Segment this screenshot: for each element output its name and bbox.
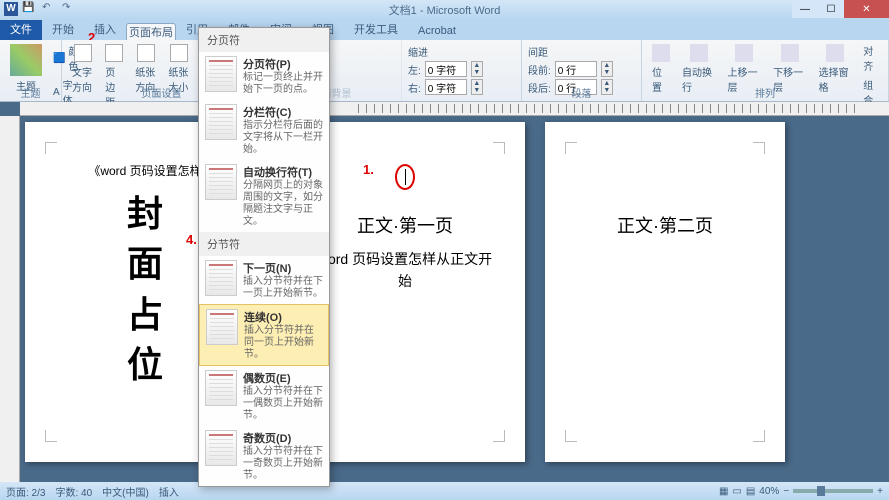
view-print-layout-icon[interactable]: ▦ (719, 486, 728, 497)
text-wrap-icon (205, 164, 237, 200)
spinner-arrows[interactable]: ▲▼ (471, 61, 483, 77)
app-icon: W (4, 2, 18, 16)
zoom-level[interactable]: 40% (759, 486, 779, 497)
view-reading-icon[interactable]: ▭ (732, 486, 741, 497)
horizontal-ruler[interactable] (20, 102, 889, 116)
even-page-icon (205, 370, 237, 406)
backward-icon (781, 44, 799, 62)
status-bar: 页面: 2/3 字数: 40 中文(中国) 插入 ▦ ▭ ▤ 40% − + (0, 482, 889, 500)
status-language[interactable]: 中文(中国) (102, 484, 149, 499)
menu-text-wrapping-break[interactable]: 自动换行符(T)分隔网页上的对象周围的文字，如分隔题注文字与正文。 (199, 160, 329, 232)
spinner-arrows[interactable]: ▲▼ (471, 79, 483, 95)
orientation-button[interactable]: 纸张方向 (131, 42, 160, 111)
indent-label: 缩进 (408, 44, 515, 59)
size-button[interactable]: 纸张大小 (164, 42, 193, 111)
align-button[interactable]: 对齐 (860, 42, 882, 74)
status-page[interactable]: 页面: 2/3 (6, 484, 45, 499)
continuous-icon (206, 309, 238, 345)
redo-icon[interactable]: ↷ (62, 2, 76, 16)
undo-icon[interactable]: ↶ (42, 2, 56, 16)
page-break-icon (205, 56, 237, 92)
tab-start[interactable]: 开始 (42, 18, 84, 40)
group-paragraph-label: 段落 (522, 85, 641, 100)
page3-heading: 正文·第二页 (575, 212, 755, 238)
title-bar: W 💾 ↶ ↷ 文档1 - Microsoft Word — ☐ ✕ (0, 0, 889, 20)
margins-button[interactable]: 页边距 (101, 42, 127, 111)
menu-even-page[interactable]: 偶数页(E)插入分节符并在下一偶数页上开始新节。 (199, 366, 329, 426)
forward-icon (735, 44, 753, 62)
window-title: 文档1 - Microsoft Word (389, 2, 501, 18)
indent-right-input[interactable] (425, 79, 467, 95)
maximize-button[interactable]: ☐ (818, 0, 844, 18)
menu-page-break[interactable]: 分页符(P)标记一页终止并开始下一页的点。 (199, 52, 329, 100)
group-themes-label: 主题 (0, 85, 61, 100)
dropdown-section-section-breaks: 分节符 (199, 232, 329, 256)
zoom-in-button[interactable]: + (877, 486, 883, 497)
status-words[interactable]: 字数: 40 (55, 484, 92, 499)
indent-left-input[interactable] (425, 61, 467, 77)
column-break-icon (205, 104, 237, 140)
group-arrange-label: 排列 (642, 85, 888, 100)
size-icon (170, 44, 188, 62)
menu-column-break[interactable]: 分栏符(C)指示分栏符后面的文字将从下一栏开始。 (199, 100, 329, 160)
orientation-icon (137, 44, 155, 62)
spinner-arrows[interactable]: ▲▼ (601, 61, 613, 77)
vertical-ruler[interactable] (0, 116, 20, 482)
margins-icon (105, 44, 123, 62)
annotation-4: 4. (186, 232, 197, 247)
tab-developer[interactable]: 开发工具 (344, 18, 408, 40)
text-direction-button[interactable]: 文字方向 (68, 42, 97, 111)
zoom-slider[interactable] (793, 489, 873, 493)
status-mode[interactable]: 插入 (159, 484, 179, 499)
document-workspace: 《word 页码设置怎样 封 面 占 位 1. 正文·第一页 word 页码设置… (0, 102, 889, 482)
indent-left-label: 左: (408, 62, 421, 77)
tab-acrobat[interactable]: Acrobat (408, 22, 466, 40)
spacing-label: 间距 (528, 44, 635, 59)
menu-odd-page[interactable]: 奇数页(D)插入分节符并在下一奇数页上开始新节。 (199, 426, 329, 486)
annotation-1: 1. (363, 162, 374, 177)
breaks-dropdown: 分页符 分页符(P)标记一页终止并开始下一页的点。 分栏符(C)指示分栏符后面的… (198, 27, 330, 487)
spacing-before-input[interactable] (555, 61, 597, 77)
tab-file[interactable]: 文件 (0, 18, 42, 40)
quick-access-toolbar: 💾 ↶ ↷ (22, 2, 76, 16)
indent-right-label: 右: (408, 80, 421, 95)
zoom-out-button[interactable]: − (783, 486, 789, 497)
text-cursor-highlight (395, 164, 415, 190)
position-icon (652, 44, 670, 62)
next-page-icon (205, 260, 237, 296)
page2-body: word 页码设置怎样从正文开始 (315, 248, 495, 293)
ribbon-tabs: 文件 开始 插入 页面布局 引用 邮件 审阅 视图 开发工具 Acrobat (0, 20, 889, 40)
page-3[interactable]: 正文·第二页 (545, 122, 785, 462)
page2-heading: 正文·第一页 (315, 212, 495, 238)
themes-icon (10, 44, 42, 76)
tab-page-layout[interactable]: 页面布局 (126, 23, 176, 40)
spacing-before-label: 段前: (528, 62, 551, 77)
dropdown-section-page-breaks: 分页符 (199, 28, 329, 52)
wrap-icon (690, 44, 708, 62)
odd-page-icon (205, 430, 237, 466)
selection-icon (826, 44, 844, 62)
save-icon[interactable]: 💾 (22, 2, 36, 16)
minimize-button[interactable]: — (792, 0, 818, 18)
view-web-icon[interactable]: ▤ (746, 486, 755, 497)
menu-next-page[interactable]: 下一页(N)插入分节符并在下一页上开始新节。 (199, 256, 329, 304)
ribbon: 主题 🟦颜色 A字体 ◐效果 主题 文字方向 页边距 纸张方向 纸张大小 分栏 … (0, 40, 889, 102)
close-button[interactable]: ✕ (844, 0, 889, 18)
menu-continuous[interactable]: 连续(O)插入分节符并在同一页上开始新节。 (199, 304, 329, 366)
text-direction-icon (74, 44, 92, 62)
